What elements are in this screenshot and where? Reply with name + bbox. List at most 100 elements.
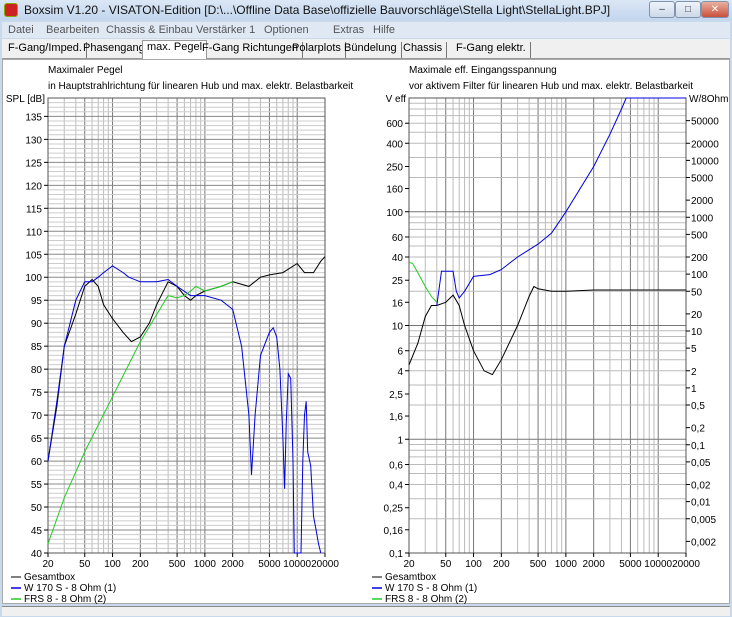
y2-tick-label: 0,002	[691, 537, 716, 548]
y-tick-label: 65	[31, 434, 43, 445]
menu-verst-rker-1[interactable]: Verstärker 1	[196, 24, 255, 36]
y-tick-label: 105	[25, 250, 42, 261]
x-tick-label: 20000	[311, 559, 339, 570]
y-tick-label: 160	[386, 185, 403, 196]
x-tick-label: 100	[104, 559, 121, 570]
y-tick-label: 125	[25, 158, 42, 169]
y-tick-label: 6	[397, 347, 403, 358]
x-tick-label: 500	[169, 559, 186, 570]
app-icon	[4, 3, 18, 17]
x-tick-label: 1000	[194, 559, 217, 570]
y-axis-label: V eff	[386, 94, 407, 105]
menu-bearbeiten[interactable]: Bearbeiten	[46, 24, 99, 36]
y-tick-label: 55	[31, 480, 43, 491]
title-bar: Boxsim V1.20 - VISATON-Edition [D:\...\O…	[0, 0, 732, 20]
y2-tick-label: 0,5	[691, 401, 705, 412]
y-tick-label: 115	[26, 204, 42, 215]
y-tick-label: 110	[26, 227, 42, 238]
tab-b-ndelung[interactable]: Bündelung	[340, 42, 402, 58]
y2-tick-label: 0,2	[691, 424, 705, 435]
maximize-button[interactable]: □	[675, 1, 701, 18]
legend-item: W 170 S - 8 Ohm (1)	[385, 583, 477, 594]
x-tick-label: 200	[132, 559, 149, 570]
y2-axis-label: W/8Ohm	[689, 94, 728, 105]
x-tick-label: 2000	[583, 559, 606, 570]
y-tick-label: 100	[386, 208, 403, 219]
x-tick-label: 5000	[619, 559, 642, 570]
y-tick-label: 0,6	[389, 460, 403, 471]
y-tick-label: 80	[31, 365, 43, 376]
chart-title: Maximale eff. Eingangsspannung	[409, 65, 557, 76]
legend-item: Gesamtbox	[24, 572, 75, 583]
y2-tick-label: 0,02	[691, 481, 711, 492]
y2-tick-label: 5	[691, 344, 697, 355]
menu-optionen[interactable]: Optionen	[264, 24, 309, 36]
tab-phasengang[interactable]: Phasengang	[79, 42, 150, 58]
y-tick-label: 40	[392, 253, 404, 264]
tab-f-gang-imped-[interactable]: F-Gang/Imped.	[4, 42, 87, 58]
y-tick-label: 40	[31, 549, 43, 560]
y2-tick-label: 0,01	[691, 498, 711, 509]
menu-hilfe[interactable]: Hilfe	[373, 24, 395, 36]
y-tick-label: 25	[392, 276, 404, 287]
y2-tick-label: 10	[691, 327, 703, 338]
y-tick-label: 95	[31, 296, 43, 307]
x-tick-label: 200	[493, 559, 510, 570]
chart-1: Maximale eff. Eingangsspannung vor aktive…	[372, 65, 728, 605]
plot-frame	[47, 97, 326, 554]
y2-tick-label: 2000	[691, 196, 714, 207]
x-tick-label: 10000	[283, 559, 311, 570]
tab-polarplots[interactable]: Polarplots	[288, 42, 346, 58]
x-tick-label: 1000	[555, 559, 578, 570]
menu-chassis-einbau[interactable]: Chassis & Einbau	[106, 24, 193, 36]
x-tick-label: 5000	[258, 559, 281, 570]
y2-tick-label: 20000	[691, 139, 719, 150]
minimize-button[interactable]: –	[649, 1, 675, 18]
y-tick-label: 250	[386, 162, 403, 173]
series-line-gesamtbox	[47, 256, 326, 462]
y-tick-label: 2,5	[389, 390, 403, 401]
y-tick-label: 90	[31, 319, 43, 330]
y-tick-label: 45	[31, 526, 43, 537]
y2-tick-label: 1	[691, 384, 697, 395]
y-tick-label: 1,6	[389, 412, 403, 423]
y-tick-label: 100	[25, 273, 42, 284]
y2-tick-label: 10000	[691, 156, 719, 167]
y2-tick-label: 0,1	[691, 441, 705, 452]
tab-bar: F-Gang/Imped. Phasengang max. Pegel F-Gang …	[2, 39, 730, 59]
x-tick-label: 20000	[672, 559, 700, 570]
x-tick-label: 20	[42, 559, 54, 570]
y-tick-label: 135	[25, 112, 42, 123]
y-tick-label: 85	[31, 342, 43, 353]
y-axis-label: SPL [dB]	[6, 94, 45, 105]
x-tick-label: 50	[79, 559, 91, 570]
close-button[interactable]: ✕	[701, 1, 729, 18]
y2-tick-label: 5000	[691, 174, 714, 185]
y-tick-label: 600	[386, 119, 403, 130]
y2-tick-label: 0,05	[691, 458, 711, 469]
y-tick-label: 1	[397, 435, 403, 446]
y-tick-label: 0,4	[389, 481, 403, 492]
legend-item: Gesamtbox	[385, 572, 436, 583]
y2-tick-label: 500	[691, 230, 708, 241]
y-tick-label: 60	[31, 457, 43, 468]
tab-f-gang-elektr-[interactable]: F-Gang elektr.	[452, 42, 531, 58]
menu-extras[interactable]: Extras	[333, 24, 364, 36]
y-tick-label: 4	[397, 367, 403, 378]
y2-tick-label: 1000	[691, 213, 714, 224]
y-tick-label: 70	[31, 411, 43, 422]
menu-datei[interactable]: Datei	[8, 24, 34, 36]
y2-tick-label: 0,005	[691, 515, 716, 526]
chart-title: Maximaler Pegel	[48, 65, 122, 76]
y2-tick-label: 200	[691, 253, 708, 264]
y-tick-label: 130	[25, 135, 42, 146]
window-title: Boxsim V1.20 - VISATON-Edition [D:\...\O…	[24, 3, 611, 17]
y2-tick-label: 50	[691, 287, 703, 298]
series-line-frs-8-8-ohm-2-	[408, 261, 438, 303]
x-tick-label: 2000	[222, 559, 245, 570]
status-bar	[2, 606, 730, 616]
chart-panel: Maximaler Pegel in Hauptstrahlrichtung fü…	[2, 59, 730, 605]
charts-canvas: Maximaler Pegel in Hauptstrahlrichtung fü…	[6, 65, 729, 605]
tab-chassis[interactable]: Chassis	[399, 42, 448, 58]
legend-item: FRS 8 - 8 Ohm (2)	[24, 594, 106, 605]
